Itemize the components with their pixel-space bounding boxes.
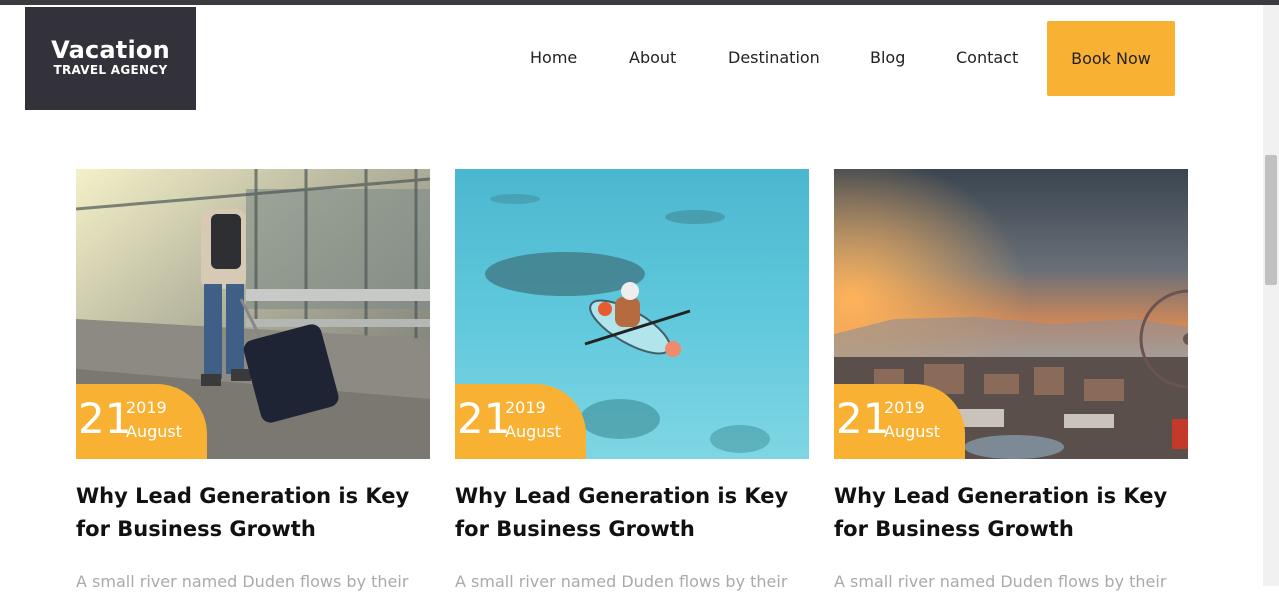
- post-title[interactable]: Why Lead Generation is Key for Business …: [76, 480, 436, 546]
- post-month: August: [884, 422, 940, 441]
- site-logo[interactable]: Vacation TRAVEL AGENCY: [25, 7, 196, 110]
- post-day: 21: [836, 394, 890, 443]
- blog-card[interactable]: 21 2019 August Why Lead Generation is Ke…: [76, 169, 430, 591]
- page-scrollbar[interactable]: [1263, 5, 1279, 586]
- post-image[interactable]: 21 2019 August: [455, 169, 809, 459]
- blog-card[interactable]: 21 2019 August Why Lead Generation is Ke…: [455, 169, 809, 591]
- nav-destination[interactable]: Destination: [728, 48, 820, 68]
- post-month: August: [126, 422, 182, 441]
- logo-title: Vacation: [51, 36, 170, 64]
- post-year: 2019: [505, 398, 546, 417]
- post-title[interactable]: Why Lead Generation is Key for Business …: [455, 480, 815, 546]
- post-image[interactable]: 21 2019 August: [76, 169, 430, 459]
- logo-subtitle: TRAVEL AGENCY: [53, 63, 168, 77]
- post-excerpt: A small river named Duden flows by their: [455, 572, 788, 591]
- post-excerpt: A small river named Duden flows by their: [76, 572, 409, 591]
- nav-contact[interactable]: Contact: [956, 48, 1018, 68]
- nav-about[interactable]: About: [629, 48, 676, 68]
- post-day: 21: [457, 394, 511, 443]
- post-year: 2019: [126, 398, 167, 417]
- post-date-badge: 21 2019 August: [76, 384, 207, 459]
- post-month: August: [505, 422, 561, 441]
- nav-blog[interactable]: Blog: [870, 48, 905, 68]
- post-day: 21: [78, 394, 132, 443]
- nav-home[interactable]: Home: [530, 48, 577, 68]
- scrollbar-thumb[interactable]: [1265, 155, 1277, 285]
- post-date-badge: 21 2019 August: [834, 384, 965, 459]
- blog-card[interactable]: 21 2019 August Why Lead Generation is Ke…: [834, 169, 1188, 591]
- post-title[interactable]: Why Lead Generation is Key for Business …: [834, 480, 1194, 546]
- book-now-button[interactable]: Book Now: [1047, 21, 1175, 96]
- post-image[interactable]: 21 2019 August: [834, 169, 1188, 459]
- post-date-badge: 21 2019 August: [455, 384, 586, 459]
- post-excerpt: A small river named Duden flows by their: [834, 572, 1167, 591]
- browser-top-border: [0, 0, 1279, 5]
- post-year: 2019: [884, 398, 925, 417]
